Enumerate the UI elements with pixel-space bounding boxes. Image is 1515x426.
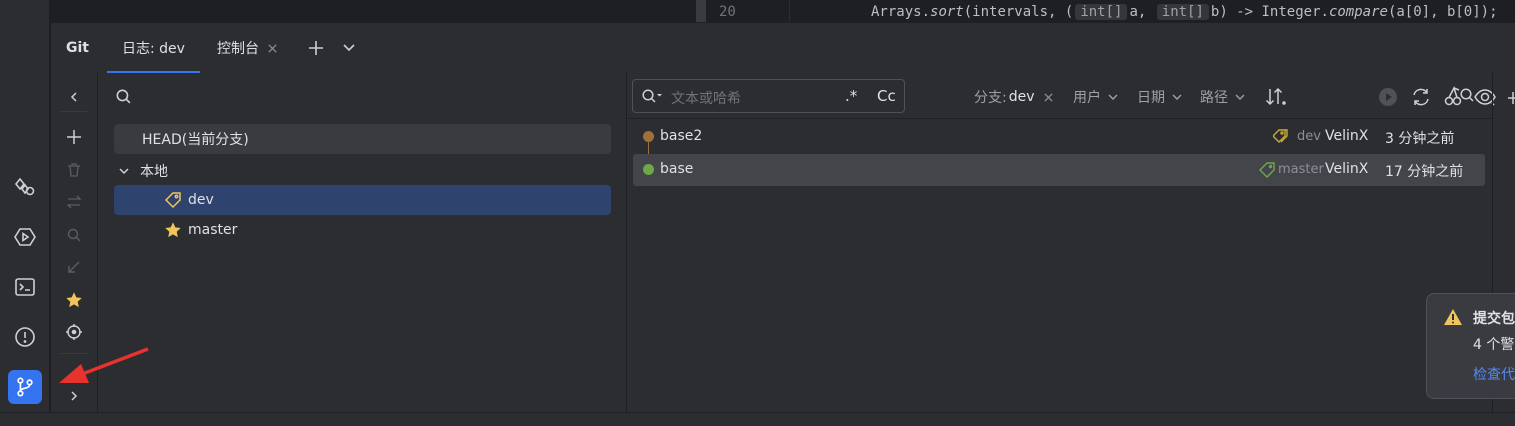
git-icon[interactable] (8, 370, 42, 404)
date-filter[interactable]: 日期 (1137, 87, 1183, 107)
user-filter[interactable]: 用户 (1073, 87, 1119, 107)
add-icon[interactable] (1508, 91, 1515, 105)
search-icon (64, 225, 84, 245)
run-icon[interactable] (8, 220, 42, 254)
date-filter-label: 日期 (1137, 90, 1165, 106)
log-search-input[interactable]: 文本或哈希 (671, 88, 741, 108)
log-filter-bar: 文本或哈希 .* Cc 分支: dev 用户 日期 路径 (628, 73, 1496, 119)
editor-scroll-marker (696, 0, 706, 22)
notification-title: 提交包 (1473, 311, 1515, 327)
code-line[interactable]: Arrays.sort(intervals, (int[] a, int[] b) … (871, 4, 1498, 20)
branch-group-label: 本地 (140, 164, 168, 180)
param-hint: int[] (1156, 4, 1209, 20)
notification-body: 4 个警 (1473, 337, 1515, 353)
sort-icon[interactable] (1265, 87, 1287, 107)
tab-log[interactable]: 日志: dev (107, 23, 200, 73)
problems-icon[interactable] (8, 320, 42, 354)
chevron-down-icon (1107, 92, 1119, 102)
code-token: a, (1129, 4, 1147, 20)
branches-panel: HEAD(当前分支) 本地 dev master (99, 73, 627, 413)
status-bar (0, 412, 1515, 426)
chevron-down-icon (118, 165, 130, 177)
path-filter[interactable]: 路径 (1200, 87, 1246, 107)
chevron-down-icon[interactable] (341, 41, 357, 55)
star-icon (164, 221, 182, 239)
commit-time: 17 分钟之前 (1385, 164, 1464, 180)
path-filter-label: 路径 (1200, 90, 1228, 106)
match-case-toggle[interactable]: Cc (877, 87, 896, 105)
commit-branch-tag: dev (1297, 129, 1321, 144)
branch-item-dev[interactable]: dev (114, 185, 611, 215)
play-icon[interactable] (1378, 87, 1398, 107)
commit-row[interactable]: base2 dev VelinX 3 分钟之前 (633, 121, 1485, 153)
commit-row[interactable]: base master VelinX 17 分钟之前 (633, 154, 1485, 186)
delete-icon (64, 160, 84, 180)
add-tab-icon[interactable] (307, 39, 325, 57)
update-icon (64, 257, 84, 277)
branch-head-label: HEAD(当前分支) (142, 132, 249, 148)
branch-head[interactable]: HEAD(当前分支) (114, 124, 611, 154)
log-search-box[interactable]: 文本或哈希 .* Cc (632, 79, 905, 113)
git-tool-window: Git 日志: dev 控制台 HEAD(当前分支) 本地 dev master… (51, 22, 1515, 413)
chevron-down-icon (1234, 92, 1246, 102)
commit-time: 3 分钟之前 (1385, 131, 1455, 147)
tool-window-title: Git (66, 40, 89, 56)
code-token: b) -> Integer. (1210, 4, 1329, 20)
tag-icon (1258, 162, 1276, 178)
star-icon[interactable] (64, 290, 84, 310)
user-filter-label: 用户 (1073, 90, 1101, 106)
terminal-icon[interactable] (8, 270, 42, 304)
branch-label: master (188, 222, 238, 238)
branch-item-master[interactable]: master (114, 215, 611, 245)
line-number: 20 (719, 4, 736, 20)
commit-log-panel: 文本或哈希 .* Cc 分支: dev 用户 日期 路径 base2 dev V… (628, 73, 1496, 413)
locate-icon[interactable] (64, 322, 84, 342)
toolbar-divider (61, 111, 87, 112)
compare-icon (64, 192, 84, 212)
code-token: sort (930, 4, 964, 20)
code-token: compare (1328, 4, 1388, 20)
warning-icon (1443, 308, 1463, 326)
tag-icon (164, 191, 182, 209)
chevron-down-icon (1171, 92, 1183, 102)
commit-author: VelinX (1325, 128, 1369, 144)
commit-message: base (660, 161, 694, 177)
tab-console[interactable]: 控制台 (217, 23, 278, 73)
commit-author: VelinX (1325, 161, 1369, 177)
code-token: (intervals, ( (963, 4, 1074, 20)
branch-filter-value: dev (1008, 89, 1035, 105)
branch-filter[interactable]: 分支: dev (974, 87, 1054, 107)
search-icon[interactable] (115, 88, 132, 105)
services-icon[interactable] (8, 170, 42, 204)
code-token: Arrays. (871, 4, 931, 20)
refresh-icon[interactable] (1410, 87, 1432, 107)
notification-popup[interactable]: 提交包 4 个警 检查代 (1426, 293, 1515, 399)
code-token: (a[0], b[0]); (1387, 4, 1498, 20)
commit-dot (643, 131, 654, 142)
tab-label: 控制台 (217, 41, 259, 57)
branch-label: dev (188, 192, 214, 208)
branch-group-local[interactable]: 本地 (114, 156, 611, 186)
search-icon[interactable] (1459, 87, 1475, 103)
tag-icon (1273, 129, 1293, 145)
annotation-arrow (59, 347, 149, 383)
notification-link[interactable]: 检查代 (1473, 364, 1515, 384)
add-icon[interactable] (64, 127, 84, 147)
tab-label: 日志: dev (122, 41, 185, 57)
close-icon[interactable] (267, 43, 278, 54)
activity-bar (0, 0, 50, 426)
gutter-divider (789, 0, 790, 22)
close-icon[interactable] (1043, 92, 1054, 103)
regex-toggle[interactable]: .* (845, 87, 857, 105)
filter-divider (628, 118, 1491, 119)
commit-dot (643, 164, 654, 175)
search-history-icon[interactable] (641, 88, 663, 104)
code-editor-strip: 20 Arrays.sort(intervals, (int[] a, int[]… (51, 0, 1515, 22)
chevron-left-icon[interactable] (64, 87, 84, 107)
tool-window-header: Git 日志: dev 控制台 (51, 23, 1515, 73)
commit-branch-tag: master (1278, 162, 1324, 177)
param-hint: int[] (1075, 4, 1128, 20)
branch-filter-label: 分支: (974, 90, 1007, 106)
commit-message: base2 (660, 128, 703, 144)
